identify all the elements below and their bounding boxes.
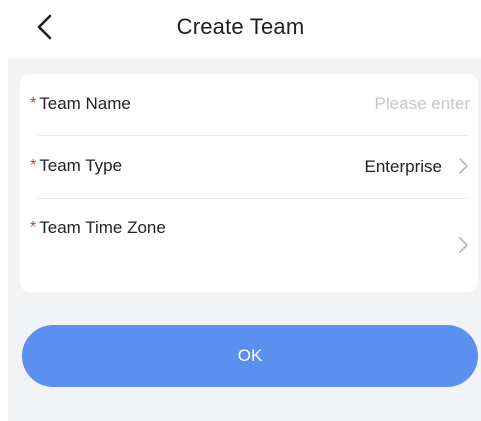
required-marker: * [30, 219, 37, 236]
team-time-zone-label: * Team Time Zone [30, 211, 170, 245]
chevron-right-icon [459, 237, 468, 253]
team-time-zone-row[interactable]: * Team Time Zone [30, 199, 478, 292]
create-team-page: Create Team *Team Name *Team Type Enterp… [0, 0, 481, 421]
team-type-label: * Team Type [30, 157, 122, 175]
team-name-row[interactable]: * Team Name [30, 74, 478, 135]
team-type-value: Enterprise [364, 157, 442, 176]
required-marker: * [30, 157, 37, 174]
team-type-row[interactable]: * Team Type Enterprise [30, 136, 478, 198]
team-name-label: * Team Name [30, 95, 131, 113]
team-time-zone-label-text: Team Time Zone [39, 218, 166, 237]
chevron-right-icon [459, 158, 468, 174]
form-area: *Team Name *Team Type Enterprise *Team T… [8, 58, 481, 421]
team-name-input[interactable] [270, 94, 470, 114]
team-name-label-text: Team Name [39, 94, 131, 113]
page-title: Create Team [176, 14, 305, 39]
required-marker: * [30, 95, 37, 112]
team-type-label-text: Team Type [39, 156, 123, 175]
form-card: *Team Name *Team Type Enterprise *Team T… [20, 74, 478, 292]
ok-button[interactable]: OK [22, 325, 478, 387]
header-bar: Create Team [0, 0, 481, 58]
